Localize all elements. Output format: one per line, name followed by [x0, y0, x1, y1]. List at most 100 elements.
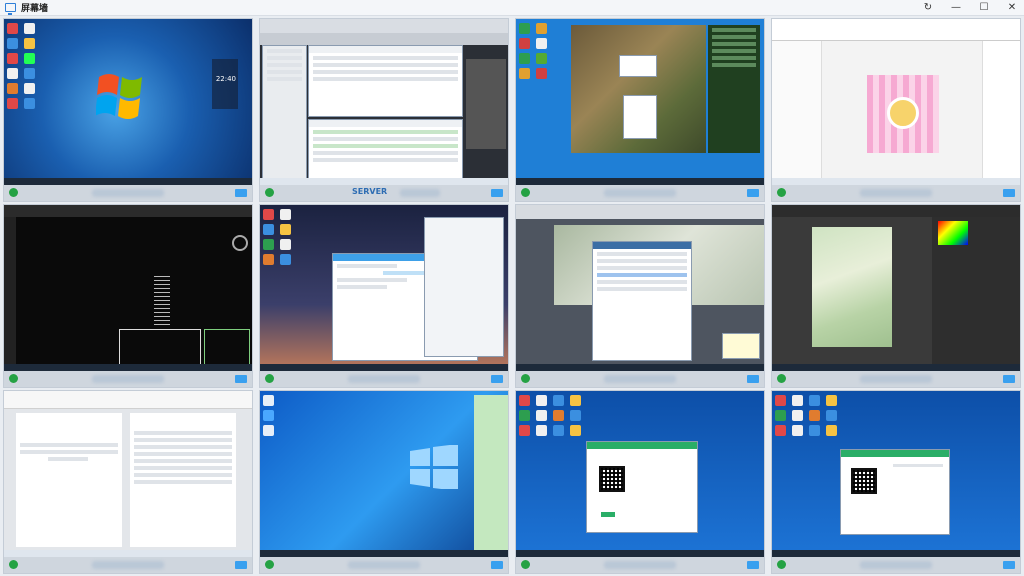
online-status-icon [777, 188, 786, 197]
screen-tile[interactable] [515, 18, 765, 202]
gadget-panel [212, 59, 238, 109]
computer-name-blurred [604, 189, 676, 197]
tile-footer [516, 185, 764, 201]
desktop-icons [519, 395, 587, 436]
computer-name-blurred [92, 375, 164, 383]
remote-screen[interactable] [4, 205, 252, 371]
monitor-icon[interactable] [235, 375, 247, 383]
screen-tile[interactable] [515, 204, 765, 388]
online-status-icon [9, 188, 18, 197]
screen-tile[interactable]: SERVER [259, 18, 509, 202]
login-dialog [586, 441, 698, 533]
document-page [16, 413, 122, 547]
list-panel [308, 119, 463, 181]
remote-screen[interactable] [772, 391, 1020, 557]
qr-code-icon [851, 468, 877, 494]
remote-screen[interactable] [516, 205, 764, 371]
remote-screen[interactable] [4, 391, 252, 557]
computer-name-blurred [348, 375, 420, 383]
side-window [474, 395, 508, 551]
tile-footer [4, 371, 252, 387]
online-status-icon [777, 374, 786, 383]
remote-screen[interactable]: 22:40 [4, 19, 252, 185]
online-status-icon [521, 374, 530, 383]
computer-name-blurred [860, 375, 932, 383]
online-status-icon [265, 188, 274, 197]
screen-grid: 22:40 SERVER [0, 16, 1024, 576]
remote-screen[interactable] [772, 205, 1020, 371]
desktop-icons [7, 23, 41, 109]
tile-footer [260, 371, 508, 387]
computer-name-blurred [348, 561, 420, 569]
remote-screen[interactable] [516, 19, 764, 185]
computer-name-blurred [400, 189, 440, 197]
remote-screen[interactable] [772, 19, 1020, 185]
document-page [130, 413, 236, 547]
screen-wall-icon [5, 3, 16, 15]
close-button[interactable]: ✕ [1006, 2, 1018, 14]
monitor-icon[interactable] [235, 561, 247, 569]
windows-logo-icon [96, 74, 142, 119]
online-status-icon [521, 188, 530, 197]
monitor-icon[interactable] [235, 189, 247, 197]
remote-screen[interactable] [260, 391, 508, 557]
computer-name-blurred [860, 561, 932, 569]
refresh-icon[interactable]: ↻ [922, 2, 934, 14]
monitor-icon[interactable] [747, 561, 759, 569]
monitor-icon[interactable] [491, 189, 503, 197]
monitor-icon[interactable] [1003, 561, 1015, 569]
tile-footer [772, 185, 1020, 201]
monitor-icon[interactable] [747, 375, 759, 383]
screen-tile[interactable] [515, 390, 765, 574]
taskbar [772, 178, 1020, 185]
screen-tile[interactable] [3, 390, 253, 574]
contacts-window [424, 217, 504, 357]
desktop-icons [519, 23, 553, 79]
notification-popup [722, 333, 760, 359]
desktop-icons [775, 395, 843, 436]
screen-tile[interactable] [771, 204, 1021, 388]
taskbar [516, 364, 764, 371]
computer-name-blurred [92, 561, 164, 569]
monitor-icon[interactable] [491, 375, 503, 383]
computer-name-blurred [92, 189, 164, 197]
maximize-button[interactable]: ☐ [978, 2, 990, 14]
online-status-icon [265, 374, 274, 383]
dialog-window [592, 241, 692, 361]
window-title: 屏幕墙 [21, 4, 49, 14]
grid-panel [308, 45, 463, 117]
tile-footer [4, 185, 252, 201]
taskbar [4, 550, 252, 557]
tile-footer [516, 371, 764, 387]
remote-screen[interactable] [260, 205, 508, 371]
login-dialog [840, 449, 950, 535]
remote-screen[interactable] [260, 19, 508, 185]
monitor-icon[interactable] [1003, 189, 1015, 197]
taskbar [772, 364, 1020, 371]
computer-name-blurred [604, 375, 676, 383]
side-panel [262, 45, 307, 180]
taskbar [516, 178, 764, 185]
computer-name: SERVER [352, 187, 388, 196]
screen-tile[interactable] [771, 390, 1021, 574]
monitor-icon[interactable] [747, 189, 759, 197]
tile-footer [260, 557, 508, 573]
tile-footer [4, 557, 252, 573]
screen-tile[interactable]: 22:40 [3, 18, 253, 202]
online-status-icon [9, 560, 18, 569]
online-status-icon [265, 560, 274, 569]
remote-screen[interactable] [516, 391, 764, 557]
online-status-icon [9, 374, 18, 383]
taskbar [4, 364, 252, 371]
screen-tile[interactable] [3, 204, 253, 388]
taskbar [260, 178, 508, 185]
screen-tile[interactable] [771, 18, 1021, 202]
title-bar: 屏幕墙 ↻ — ☐ ✕ [0, 0, 1024, 16]
clock-text: 22:40 [215, 75, 236, 83]
screen-tile[interactable] [259, 390, 509, 574]
monitor-icon[interactable] [1003, 375, 1015, 383]
monitor-icon[interactable] [491, 561, 503, 569]
minimize-button[interactable]: — [950, 2, 962, 14]
screen-tile[interactable] [259, 204, 509, 388]
game-view [571, 25, 706, 153]
